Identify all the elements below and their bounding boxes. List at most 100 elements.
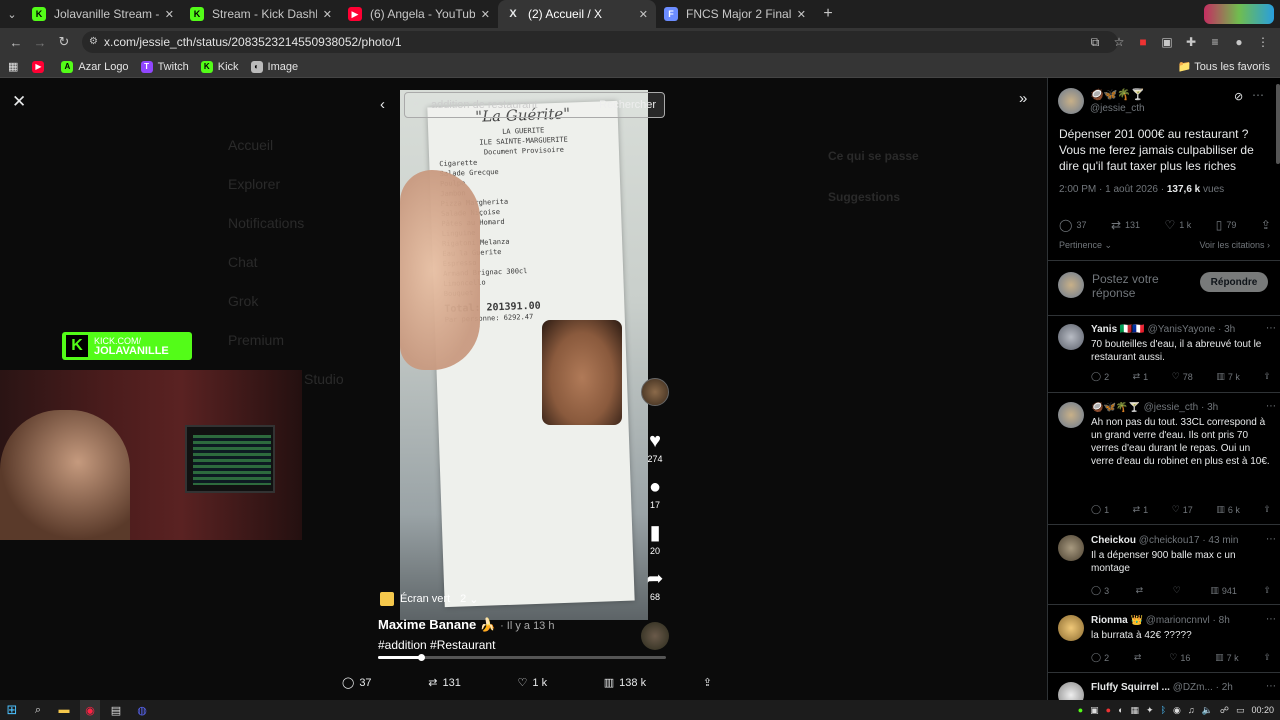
- reply-views[interactable]: ▥ 7 k: [1215, 652, 1239, 663]
- video-like-button[interactable]: ♥ 274: [647, 430, 662, 464]
- profile-avatar[interactable]: ●: [1232, 35, 1246, 49]
- all-bookmarks[interactable]: 📁 Tous les favoris: [1178, 60, 1270, 73]
- new-tab-button[interactable]: +: [814, 0, 842, 28]
- bluetooth-icon[interactable]: ᛒ: [1161, 705, 1166, 715]
- video-comment-button[interactable]: ● 17: [649, 476, 661, 510]
- bookmark-button[interactable]: ▯ 79: [1216, 218, 1237, 232]
- video-frame[interactable]: "La Guérite" LA GUERITE ILE SAINTE-MARGU…: [400, 90, 648, 620]
- reply-views[interactable]: ▥ 6 k: [1216, 504, 1240, 515]
- more-options-icon[interactable]: ⋯: [1252, 88, 1264, 102]
- reply-author[interactable]: Rionma 👑: [1091, 615, 1143, 626]
- site-info-icon[interactable]: ⚙: [89, 36, 98, 47]
- sort-dropdown[interactable]: Pertinence ⌄: [1059, 240, 1112, 251]
- reposts-stat[interactable]: ⇄ 131: [428, 676, 461, 690]
- reply-avatar[interactable]: [1058, 535, 1084, 561]
- tab-kick-dashboard[interactable]: K Stream - Kick Dashboard ✕: [182, 0, 340, 28]
- reply-submit-button[interactable]: Répondre: [1200, 272, 1268, 292]
- tray-icon[interactable]: ✦: [1146, 705, 1154, 716]
- more-options-icon[interactable]: ⋯: [1266, 401, 1276, 412]
- tab-search-icon[interactable]: ⌄: [0, 0, 24, 28]
- music-disc-avatar[interactable]: [641, 622, 669, 650]
- reply-like-button[interactable]: ♡ 17: [1172, 504, 1193, 515]
- tray-icon[interactable]: ●: [1078, 705, 1083, 715]
- reply-reply-button[interactable]: ◯ 2: [1091, 371, 1109, 382]
- view-quotes-link[interactable]: Voir les citations ›: [1199, 240, 1270, 250]
- clock[interactable]: 00:20: [1251, 705, 1274, 715]
- search-icon[interactable]: ⌕: [28, 700, 48, 720]
- replies-stat[interactable]: ◯ 37: [342, 676, 372, 690]
- reply-repost-button[interactable]: ⇄ 1: [1133, 504, 1149, 515]
- video-search-input[interactable]: ⌕ addition de restaurant Rechercher: [404, 92, 665, 118]
- repost-button[interactable]: ⇄ 131: [1111, 218, 1140, 232]
- discord-icon[interactable]: ◍: [132, 700, 152, 720]
- install-icon[interactable]: ⧉: [1088, 35, 1102, 50]
- reading-list-icon[interactable]: ≡: [1208, 35, 1222, 49]
- close-tab-icon[interactable]: ✕: [323, 8, 332, 21]
- reply-repost-button[interactable]: ⇄ 1: [1133, 371, 1149, 382]
- reply-share-button[interactable]: ⇪: [1263, 371, 1271, 382]
- extension-red-icon[interactable]: ■: [1136, 35, 1150, 49]
- tray-icon[interactable]: ▭: [1236, 705, 1245, 716]
- creator-avatar[interactable]: [641, 378, 669, 406]
- reply-repost-button[interactable]: ⇄: [1136, 585, 1147, 596]
- reply-avatar[interactable]: [1058, 324, 1084, 350]
- more-options-icon[interactable]: ⋯: [1266, 614, 1276, 625]
- reload-icon[interactable]: ↻: [52, 28, 76, 56]
- back-icon[interactable]: ←: [4, 28, 28, 56]
- tab-fncs[interactable]: F FNCS Major 2 Finals in NA Cent ✕: [656, 0, 814, 28]
- reply-views[interactable]: ▥ 941: [1210, 585, 1237, 596]
- video-hashtags[interactable]: #addition #Restaurant: [378, 638, 495, 652]
- tray-icon[interactable]: ♫: [1188, 705, 1195, 715]
- share-stat[interactable]: ⇪: [703, 676, 712, 689]
- progress-handle[interactable]: [418, 654, 426, 661]
- video-share-button[interactable]: ➦ 68: [647, 568, 664, 602]
- close-tab-icon[interactable]: ✕: [797, 8, 806, 21]
- video-author[interactable]: Maxime Banane 🍌 · Il y a 13 h: [378, 617, 554, 633]
- tray-icon[interactable]: ▦: [1131, 705, 1140, 716]
- reply-avatar[interactable]: [1058, 402, 1084, 428]
- reply-views[interactable]: ▥ 7 k: [1216, 371, 1240, 382]
- address-bar[interactable]: ⚙ x.com/jessie_cth/status/20835232145509…: [82, 31, 1118, 53]
- windows-start-icon[interactable]: ⊞: [2, 700, 22, 720]
- reply-share-button[interactable]: ⇪: [1263, 652, 1271, 663]
- network-icon[interactable]: ☍: [1220, 705, 1229, 716]
- reply-input[interactable]: Postez votre réponse: [1092, 272, 1192, 300]
- more-options-icon[interactable]: ⋯: [1266, 681, 1276, 692]
- tab-x-accueil[interactable]: X (2) Accueil / X ✕: [498, 0, 656, 28]
- more-options-icon[interactable]: ⋯: [1266, 323, 1276, 334]
- tray-icon[interactable]: ▣: [1090, 705, 1099, 716]
- bookmark-image[interactable]: ◐ Image: [250, 60, 298, 73]
- apps-grid-icon[interactable]: ▦: [8, 60, 18, 73]
- tweet-timestamp[interactable]: 2:00 PM · 1 août 2026 ·: [1059, 184, 1164, 195]
- app-icon[interactable]: ▤: [106, 700, 126, 720]
- extension-gray-icon[interactable]: ▣: [1160, 35, 1174, 49]
- video-save-button[interactable]: ▮ 20: [649, 522, 660, 556]
- bookmark-azar-logo[interactable]: A Azar Logo: [61, 60, 129, 73]
- search-button[interactable]: Rechercher: [599, 99, 656, 111]
- reply-like-button[interactable]: ♡ 78: [1172, 371, 1193, 382]
- reply-author[interactable]: Yanis 🇮🇹🇫🇷: [1091, 324, 1145, 335]
- tray-icon[interactable]: ◉: [1173, 705, 1181, 716]
- reply-button[interactable]: ◯ 37: [1059, 218, 1086, 232]
- reply-reply-button[interactable]: ◯ 2: [1091, 652, 1109, 663]
- file-explorer-icon[interactable]: ▬: [54, 700, 74, 720]
- video-back-icon[interactable]: ‹: [380, 96, 385, 113]
- reply-like-button[interactable]: ♡ 16: [1169, 652, 1190, 663]
- effect-tag[interactable]: Écran vert 2 ⌄: [380, 592, 478, 606]
- chrome-icon[interactable]: ◉: [80, 700, 100, 720]
- volume-icon[interactable]: 🔈: [1202, 705, 1213, 716]
- grok-icon[interactable]: ⊘: [1234, 90, 1243, 103]
- tray-icon[interactable]: ●: [1106, 705, 1111, 715]
- panel-scrollbar[interactable]: [1276, 84, 1280, 164]
- bookmark-youtube[interactable]: ▶: [32, 60, 49, 73]
- close-tab-icon[interactable]: ✕: [481, 8, 490, 21]
- reply-author[interactable]: Fluffy Squirrel ...: [1091, 682, 1170, 693]
- reply-like-button[interactable]: ♡: [1173, 585, 1184, 596]
- close-tab-icon[interactable]: ✕: [165, 8, 174, 21]
- tab-youtube[interactable]: ▶ (6) Angela - YouTube ✕: [340, 0, 498, 28]
- views-stat[interactable]: ▥ 138 k: [604, 676, 646, 690]
- reply-share-button[interactable]: ⇪: [1263, 585, 1271, 596]
- forward-icon[interactable]: →: [28, 28, 52, 56]
- author-handle[interactable]: @jessie_cth: [1090, 103, 1145, 114]
- bookmark-star-icon[interactable]: ☆: [1112, 35, 1126, 49]
